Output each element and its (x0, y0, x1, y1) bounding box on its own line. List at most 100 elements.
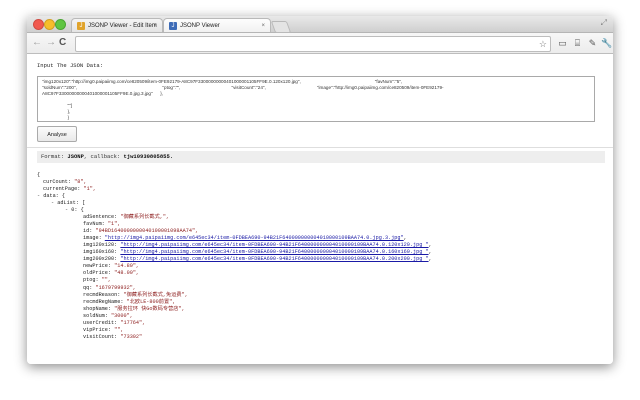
tab-favicon-icon: J (77, 22, 85, 30)
tab-close-icon[interactable]: × (153, 19, 157, 33)
close-window-button[interactable] (33, 19, 44, 30)
reload-icon[interactable]: C (59, 36, 66, 50)
tree-row-item0[interactable]: - 0: { (65, 207, 84, 214)
tree-value: "17764", (120, 319, 146, 326)
tree-key: image: (83, 235, 105, 242)
format-mid: , callback: (83, 153, 124, 160)
extension-icon[interactable]: ⌸ (572, 38, 583, 48)
tree-value: "北欧LE-800前置", (126, 298, 176, 305)
tab-label: JSONP Viewer - Edit Item (88, 23, 157, 29)
tree-key: shopName: (83, 305, 115, 312)
tree-row: recmdRegName: "北欧LE-800前置", (83, 299, 175, 306)
tree-row-adlist[interactable]: - adList: [ (51, 200, 85, 207)
tab-edit-item[interactable]: J JSONP Viewer - Edit Item × (71, 18, 163, 32)
tree-key: adSentence: (83, 214, 121, 220)
format-type: JSONP (67, 153, 84, 160)
tree-value: "73302" (120, 333, 143, 340)
tree-value: "", (101, 277, 112, 284)
format-prefix: Format: (41, 153, 68, 160)
tree-value: "", (114, 326, 124, 333)
minimize-window-button[interactable] (44, 19, 55, 30)
tree-row: recmdReason: "御藏系列长截式,免运费", (83, 292, 188, 299)
json-input[interactable] (37, 76, 595, 122)
input-label: Input The JSON Data: (37, 62, 104, 69)
tree-row: currentPage: "1", (43, 186, 96, 193)
tree-value: "48.00", (114, 270, 140, 277)
tree-row: visitCount: "73302" (83, 334, 142, 341)
tree-value: "94BD1640000000040100001098AA74", (95, 228, 199, 235)
tree-key: ptog: (83, 277, 102, 284)
tree-punct: , (403, 235, 407, 242)
tab-close-icon[interactable]: × (261, 19, 265, 33)
tree-punct: , (428, 249, 432, 256)
tree-value: "1", (83, 186, 96, 192)
tree-value: "1679799932", (95, 284, 136, 291)
tree-key: img160x160: (83, 249, 121, 256)
tree-key: recmdRegName: (83, 298, 127, 305)
tree-key: curCount: (43, 179, 75, 185)
tree-value: "御藏系列长截式,", (120, 214, 170, 220)
tree-row: ptog: "", (83, 277, 111, 284)
tree-row: qq: "1679799932", (83, 285, 136, 292)
tree-link-value[interactable]: "http://img4.paipaiimg.com/e645ec34/item… (120, 242, 428, 248)
tree-row: adSentence: "御藏系列长截式,", (83, 214, 169, 221)
extension-icon[interactable]: ✎ (587, 38, 598, 48)
tree-link-value[interactable]: "http://img4.paipaiimg.com/e645ec34/item… (120, 256, 428, 262)
tree-row: img160x160: "http://img4.paipaiimg.com/e… (83, 249, 432, 256)
tree-open-brace: { (37, 172, 41, 178)
tree-key: userCredit: (83, 319, 121, 326)
divider (27, 147, 613, 148)
tree-key: currentPage: (43, 186, 84, 192)
tree-key: 0: { (71, 207, 84, 213)
extension-icon[interactable]: ▭ (557, 38, 568, 48)
title-bar: J JSONP Viewer - Edit Item × J JSONP Vie… (27, 16, 613, 33)
tree-key: visitCount: (83, 333, 121, 340)
tree-key: adList: [ (57, 200, 86, 206)
fullscreen-icon[interactable]: ⤢ (601, 18, 607, 28)
tree-key: img120x120: (83, 242, 121, 249)
tree-value: "1", (107, 221, 121, 228)
tree-link-value[interactable]: "http://img4.paipaiimg.com/e645ec34/item… (105, 235, 404, 241)
tree-row: userCredit: "17764", (83, 320, 145, 327)
tree-key: recmdReason: (83, 291, 124, 298)
tree-row: img120x120: "http://img4.paipaiimg.com/e… (83, 242, 432, 249)
format-callback: tjw10930805855. (123, 153, 174, 160)
tree-row: vipPrice: "", (83, 327, 123, 334)
tab-jsonp-viewer[interactable]: J JSONP Viewer × (163, 18, 271, 32)
tree-value: "3000", (111, 312, 133, 319)
tree-row: image: "http://img4.paipaiimg.com/e645ec… (83, 235, 407, 242)
tab-label: JSONP Viewer (180, 23, 220, 29)
tree-row: oldPrice: "48.00", (83, 270, 139, 277)
page-content: Input The JSON Data: Analyse Format: JSO… (27, 54, 613, 364)
back-icon[interactable]: ← (32, 36, 42, 50)
tree-punct: , (428, 242, 432, 249)
wrench-icon[interactable]: 🔧 (601, 38, 612, 48)
tree-key: img200x200: (83, 256, 121, 263)
tree-row: img200x200: "http://img4.paipaiimg.com/e… (83, 256, 432, 263)
json-tree: { curCount: "8", currentPage: "1", - dat… (37, 169, 605, 364)
tree-row: id: "94BD1640000000040100001098AA74", (83, 228, 198, 235)
new-tab-button[interactable] (270, 21, 292, 33)
tree-link-value[interactable]: "http://img4.paipaiimg.com/e645ec34/item… (120, 249, 428, 255)
tree-key: newPrice: (83, 263, 115, 270)
maximize-window-button[interactable] (55, 19, 66, 30)
forward-icon[interactable]: → (46, 36, 56, 50)
tree-row: newPrice: "14.80", (83, 263, 139, 270)
tree-row-data[interactable]: - data: { (37, 193, 65, 200)
analyse-button[interactable]: Analyse (37, 126, 77, 142)
tree-key: vipPrice: (83, 326, 115, 333)
tree-value: "御藏系列长截式,免运费", (123, 291, 188, 298)
tree-key: id: (83, 228, 96, 235)
tree-punct: , (428, 256, 432, 263)
tree-key: soldNum: (83, 312, 112, 319)
tree-row: curCount: "8", (43, 179, 87, 186)
bookmark-star-icon[interactable]: ☆ (539, 37, 547, 51)
browser-window: J JSONP Viewer - Edit Item × J JSONP Vie… (27, 16, 613, 364)
tree-row: favNum: "1", (83, 221, 120, 228)
format-info: Format: JSONP, callback: tjw10930805855. (37, 151, 605, 163)
tree-value: "服务拉环 快Go数码专营店", (114, 305, 185, 312)
address-bar[interactable]: ☆ (75, 36, 551, 52)
browser-toolbar: ← → C ☆ ▭ ⌸ ✎ 🔧 (27, 33, 613, 54)
tree-key: favNum: (83, 221, 108, 228)
tab-favicon-icon: J (169, 22, 177, 30)
